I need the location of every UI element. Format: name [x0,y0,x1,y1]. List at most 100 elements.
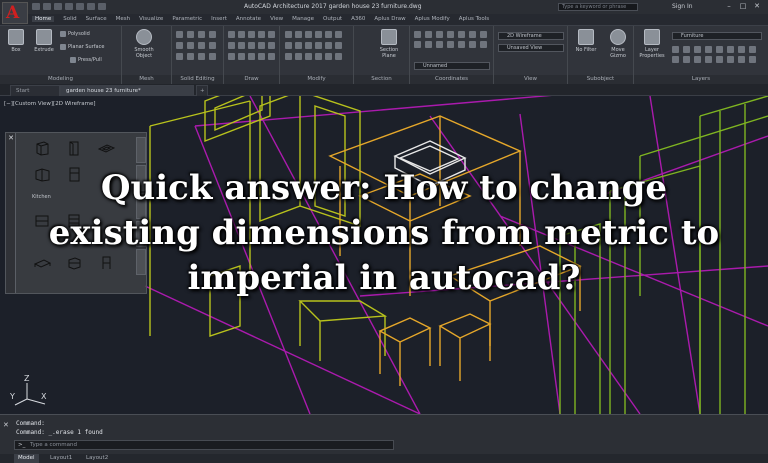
layer-state-icon[interactable] [749,56,756,63]
break-icon[interactable] [315,53,322,60]
save-as-icon[interactable] [65,3,73,10]
gradient-icon[interactable] [258,53,265,60]
shell-icon[interactable] [187,53,194,60]
tab-mesh[interactable]: Mesh [116,16,130,22]
application-menu-button[interactable]: A [2,2,28,24]
ucs-icon-props-icon[interactable] [480,41,487,48]
cabinet-icon[interactable] [34,141,51,156]
subtract-icon[interactable] [187,31,194,38]
ucs-world-icon[interactable] [425,31,432,38]
boundary-icon[interactable] [248,53,255,60]
tab-manage[interactable]: Manage [292,16,314,22]
polysolid-button[interactable]: Polysolid [60,31,90,37]
draw-panel-title[interactable]: Draw [224,75,279,84]
3d-rotate-icon[interactable] [335,53,342,60]
tall-cabinet-icon[interactable] [66,141,83,156]
presspull-button[interactable]: Press/Pull [70,57,102,63]
stretch-icon[interactable] [325,42,332,49]
open-icon[interactable] [43,3,51,10]
tab-aplus-tools[interactable]: Aplus Tools [459,16,489,22]
layer-walk-icon[interactable] [672,56,679,63]
layer-delete-icon[interactable] [694,56,701,63]
view-panel-title[interactable]: View [494,75,567,84]
ucs-face-icon[interactable] [436,41,443,48]
move-icon[interactable] [285,31,292,38]
spline-icon[interactable] [228,42,235,49]
print-icon[interactable] [76,3,84,10]
imprint-icon[interactable] [209,42,216,49]
intersect-icon[interactable] [198,31,205,38]
tab-view[interactable]: View [270,16,283,22]
tab-a360[interactable]: A360 [351,16,365,22]
ellipse-icon[interactable] [238,42,245,49]
rectangle-icon[interactable] [268,31,275,38]
join-icon[interactable] [305,53,312,60]
layer-match-icon[interactable] [716,46,723,53]
hatch-icon[interactable] [248,42,255,49]
scale-icon[interactable] [335,42,342,49]
region-icon[interactable] [258,42,265,49]
tab-layout1[interactable]: Layout1 [46,454,76,463]
explode-icon[interactable] [335,31,342,38]
revcloud-icon[interactable] [268,53,275,60]
ucs-icon[interactable] [414,31,421,38]
smooth-object-button[interactable]: Smooth Object [130,29,158,59]
move-gizmo-button[interactable]: Move Gizmo [604,29,632,59]
offset-edge-icon[interactable] [209,53,216,60]
polyline-icon[interactable] [238,31,245,38]
visual-style-combo[interactable]: 2D Wireframe [498,32,564,40]
viewport-controls-label[interactable]: [−][Custom View][2D Wireframe] [4,101,96,107]
tab-model[interactable]: Model [14,454,39,463]
thicken-icon[interactable] [187,42,194,49]
separate-icon[interactable] [198,53,205,60]
tab-home[interactable]: Home [32,16,55,22]
ucs-z-icon[interactable] [480,31,487,38]
search-input[interactable]: Type a keyword or phrase [558,3,638,11]
layer-previous-icon[interactable] [738,46,745,53]
tab-solid[interactable]: Solid [63,16,76,22]
ucs-origin-icon[interactable] [447,31,454,38]
tab-output[interactable]: Output [323,16,342,22]
extract-edges-icon[interactable] [198,42,205,49]
tab-aplus-modify[interactable]: Aplus Modify [415,16,450,22]
maximize-button[interactable]: □ [738,2,748,11]
ucs-object-icon[interactable] [425,41,432,48]
fillet-icon[interactable] [305,42,312,49]
layers-panel-title[interactable]: Layers [634,75,768,84]
layer-off-icon[interactable] [672,46,679,53]
no-filter-button[interactable]: No Filter [572,29,600,53]
layer-thaw-icon[interactable] [716,56,723,63]
subobject-panel-title[interactable]: Subobject [568,75,633,84]
ucs-named-icon[interactable] [469,41,476,48]
section-plane-button[interactable]: Section Plane [376,29,402,59]
layer-copy-icon[interactable] [738,56,745,63]
mirror-icon[interactable] [295,42,302,49]
erase-icon[interactable] [325,31,332,38]
helix-icon[interactable] [238,53,245,60]
layer-unisolate-icon[interactable] [749,46,756,53]
array-icon[interactable] [285,53,292,60]
offset-icon[interactable] [295,53,302,60]
tab-visualize[interactable]: Visualize [139,16,163,22]
sign-in-link[interactable]: Sign In [672,3,693,10]
save-icon[interactable] [54,3,62,10]
tab-annotate[interactable]: Annotate [236,16,261,22]
modeling-panel-title[interactable]: Modeling [0,75,121,84]
tab-insert[interactable]: Insert [211,16,227,22]
layer-current-icon[interactable] [727,46,734,53]
layer-on-icon[interactable] [705,56,712,63]
polygon-icon[interactable] [268,42,275,49]
tab-aplus-draw[interactable]: Aplus Draw [374,16,405,22]
section-panel-title[interactable]: Section [354,75,409,84]
tab-surface[interactable]: Surface [86,16,107,22]
trim-icon[interactable] [305,31,312,38]
file-tab-start[interactable]: Start [10,85,60,96]
saved-view-combo[interactable]: Unsaved View [498,44,564,52]
planar-surface-button[interactable]: Planar Surface [60,44,104,50]
minimize-button[interactable]: – [724,2,734,11]
layer-properties-button[interactable]: Layer Properties [638,29,666,59]
chamfer-icon[interactable] [315,42,322,49]
box-button[interactable]: Box [6,29,26,53]
ucs-view-icon[interactable] [414,41,421,48]
close-button[interactable]: ✕ [752,2,762,11]
